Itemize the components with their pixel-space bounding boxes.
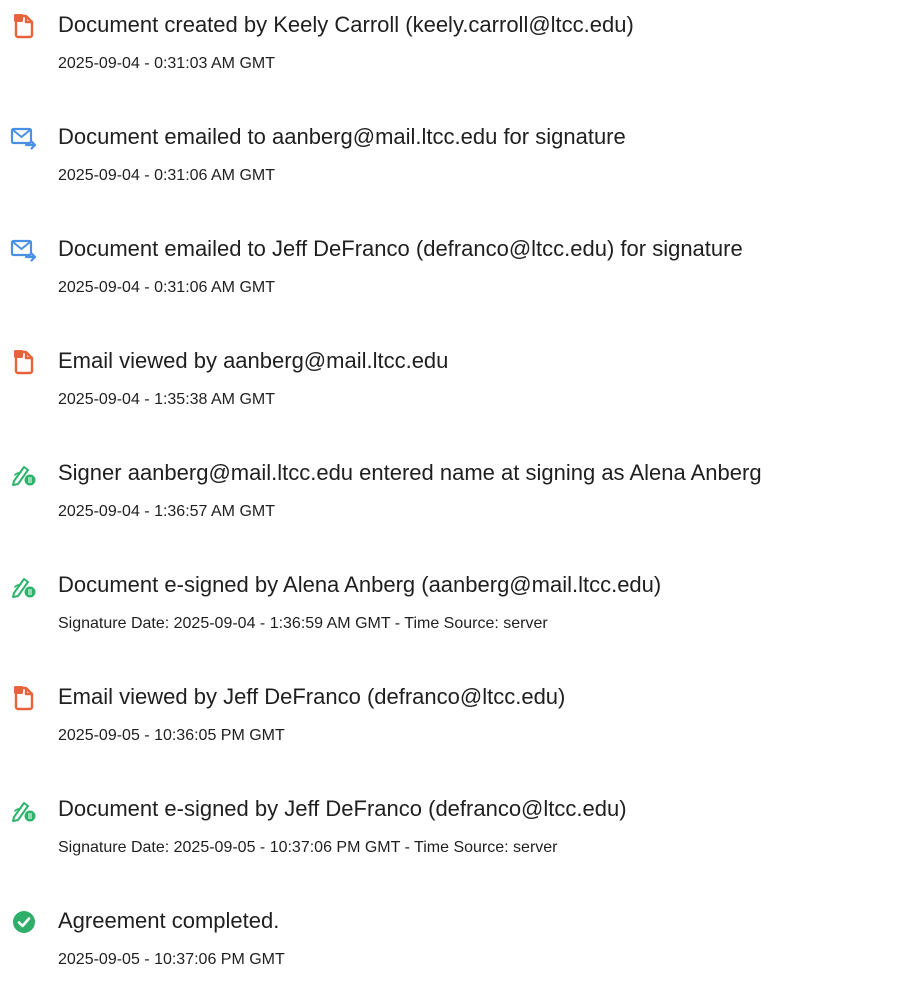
- entry-timestamp: 2025-09-04 - 1:36:57 AM GMT: [58, 503, 275, 520]
- entry-timestamp: Signature Date: 2025-09-04 - 1:36:59 AM …: [58, 615, 548, 632]
- audit-entry: Document emailed to aanberg@mail.ltcc.ed…: [0, 112, 913, 192]
- entry-timestamp: 2025-09-05 - 10:37:06 PM GMT: [58, 951, 285, 968]
- document-icon: [10, 12, 38, 40]
- entry-title: Document created by Keely Carroll (keely…: [58, 12, 634, 37]
- entry-timestamp: 2025-09-05 - 10:36:05 PM GMT: [58, 727, 285, 744]
- entry-title: Agreement completed.: [58, 908, 280, 933]
- audit-entry: Agreement completed. 2025-09-05 - 10:37:…: [0, 896, 913, 976]
- entry-timestamp: Signature Date: 2025-09-05 - 10:37:06 PM…: [58, 839, 558, 856]
- entry-title: Document e-signed by Alena Anberg (aanbe…: [58, 572, 662, 597]
- entry-title: Email viewed by Jeff DeFranco (defranco@…: [58, 684, 566, 709]
- entry-title: Document emailed to Jeff DeFranco (defra…: [58, 236, 743, 261]
- audit-entry: Email viewed by Jeff DeFranco (defranco@…: [0, 672, 913, 752]
- audit-entry: Document e-signed by Alena Anberg (aanbe…: [0, 560, 913, 640]
- audit-entry: Email viewed by aanberg@mail.ltcc.edu 20…: [0, 336, 913, 416]
- email-sent-icon: [10, 124, 38, 152]
- entry-title: Document e-signed by Jeff DeFranco (defr…: [58, 796, 627, 821]
- esign-pen-icon: [10, 460, 38, 488]
- entry-timestamp: 2025-09-04 - 0:31:06 AM GMT: [58, 279, 275, 296]
- audit-entry: Document created by Keely Carroll (keely…: [0, 0, 913, 80]
- email-sent-icon: [10, 236, 38, 264]
- esign-pen-icon: [10, 572, 38, 600]
- entry-timestamp: 2025-09-04 - 0:31:03 AM GMT: [58, 55, 275, 72]
- entry-title: Email viewed by aanberg@mail.ltcc.edu: [58, 348, 449, 373]
- audit-entry: Signer aanberg@mail.ltcc.edu entered nam…: [0, 448, 913, 528]
- audit-trail-list: Document created by Keely Carroll (keely…: [0, 0, 913, 994]
- entry-title: Document emailed to aanberg@mail.ltcc.ed…: [58, 124, 626, 149]
- entry-timestamp: 2025-09-04 - 1:35:38 AM GMT: [58, 391, 275, 408]
- esign-pen-icon: [10, 796, 38, 824]
- entry-timestamp: 2025-09-04 - 0:31:06 AM GMT: [58, 167, 275, 184]
- document-icon: [10, 684, 38, 712]
- audit-entry: Document e-signed by Jeff DeFranco (defr…: [0, 784, 913, 864]
- check-circle-icon: [10, 908, 38, 936]
- document-icon: [10, 348, 38, 376]
- audit-entry: Document emailed to Jeff DeFranco (defra…: [0, 224, 913, 304]
- entry-title: Signer aanberg@mail.ltcc.edu entered nam…: [58, 460, 762, 485]
